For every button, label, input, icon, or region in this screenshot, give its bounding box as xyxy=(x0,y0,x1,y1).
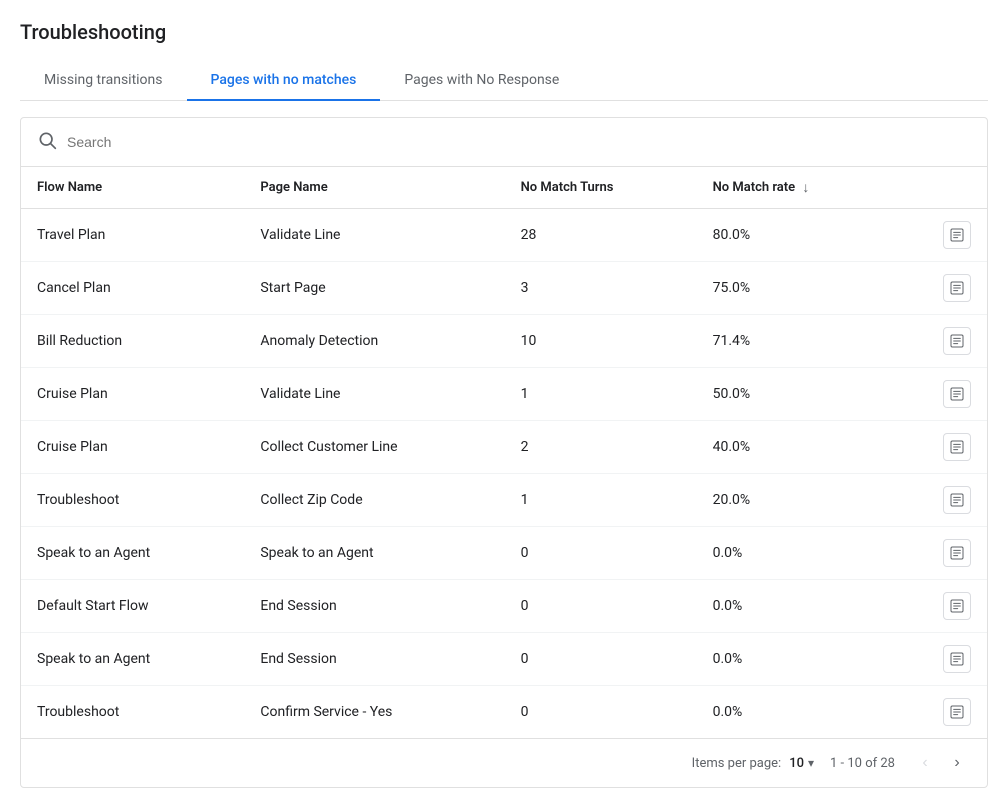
pagination-row: Items per page: 10 ▾ 1 - 10 of 28 ‹ › xyxy=(21,738,987,787)
cell-no-match-turns: 0 xyxy=(505,633,697,686)
content-box: Flow Name Page Name No Match Turns No Ma… xyxy=(20,117,988,788)
cell-no-match-turns: 10 xyxy=(505,315,697,368)
cell-flow-name: Troubleshoot xyxy=(21,686,244,739)
table-row: Speak to an AgentSpeak to an Agent00.0% xyxy=(21,527,987,580)
row-detail-button[interactable] xyxy=(943,274,971,302)
cell-action xyxy=(895,633,987,686)
tab-missing-transitions[interactable]: Missing transitions xyxy=(20,60,187,100)
cell-no-match-rate: 80.0% xyxy=(697,209,895,262)
cell-flow-name: Cancel Plan xyxy=(21,262,244,315)
col-flow-name: Flow Name xyxy=(21,167,244,209)
cell-action xyxy=(895,580,987,633)
items-per-page: Items per page: 10 ▾ xyxy=(692,756,814,771)
search-bar xyxy=(21,118,987,167)
cell-no-match-turns: 3 xyxy=(505,262,697,315)
row-detail-button[interactable] xyxy=(943,327,971,355)
cell-page-name: Collect Zip Code xyxy=(244,474,504,527)
cell-action xyxy=(895,209,987,262)
cell-no-match-rate: 71.4% xyxy=(697,315,895,368)
items-per-page-label: Items per page: xyxy=(692,756,782,771)
pagination-range: 1 - 10 of 28 xyxy=(830,756,895,771)
cell-flow-name: Speak to an Agent xyxy=(21,527,244,580)
cell-no-match-rate: 20.0% xyxy=(697,474,895,527)
row-detail-button[interactable] xyxy=(943,698,971,726)
row-detail-button[interactable] xyxy=(943,486,971,514)
table-row: Travel PlanValidate Line2880.0% xyxy=(21,209,987,262)
cell-action xyxy=(895,368,987,421)
cell-page-name: End Session xyxy=(244,580,504,633)
cell-no-match-rate: 0.0% xyxy=(697,633,895,686)
items-per-page-dropdown-icon: ▾ xyxy=(808,756,814,770)
cell-flow-name: Cruise Plan xyxy=(21,368,244,421)
col-no-match-turns: No Match Turns xyxy=(505,167,697,209)
table-row: Cancel PlanStart Page375.0% xyxy=(21,262,987,315)
page-title: Troubleshooting xyxy=(20,20,988,44)
cell-page-name: Speak to an Agent xyxy=(244,527,504,580)
row-detail-button[interactable] xyxy=(943,539,971,567)
tab-bar: Missing transitions Pages with no matche… xyxy=(20,60,988,101)
search-icon xyxy=(37,130,57,154)
cell-page-name: End Session xyxy=(244,633,504,686)
row-detail-button[interactable] xyxy=(943,433,971,461)
cell-flow-name: Bill Reduction xyxy=(21,315,244,368)
col-actions xyxy=(895,167,987,209)
cell-page-name: Confirm Service - Yes xyxy=(244,686,504,739)
tab-pages-no-response[interactable]: Pages with No Response xyxy=(380,60,583,100)
table-row: TroubleshootConfirm Service - Yes00.0% xyxy=(21,686,987,739)
cell-action xyxy=(895,421,987,474)
cell-no-match-turns: 1 xyxy=(505,474,697,527)
cell-no-match-rate: 40.0% xyxy=(697,421,895,474)
row-detail-button[interactable] xyxy=(943,645,971,673)
cell-page-name: Validate Line xyxy=(244,368,504,421)
cell-action xyxy=(895,686,987,739)
cell-flow-name: Travel Plan xyxy=(21,209,244,262)
cell-flow-name: Cruise Plan xyxy=(21,421,244,474)
cell-page-name: Collect Customer Line xyxy=(244,421,504,474)
row-detail-button[interactable] xyxy=(943,380,971,408)
cell-no-match-turns: 0 xyxy=(505,527,697,580)
cell-no-match-rate: 0.0% xyxy=(697,580,895,633)
table-row: TroubleshootCollect Zip Code120.0% xyxy=(21,474,987,527)
cell-flow-name: Default Start Flow xyxy=(21,580,244,633)
row-detail-button[interactable] xyxy=(943,592,971,620)
cell-no-match-turns: 2 xyxy=(505,421,697,474)
cell-flow-name: Speak to an Agent xyxy=(21,633,244,686)
next-page-button[interactable]: › xyxy=(943,749,971,777)
cell-page-name: Validate Line xyxy=(244,209,504,262)
cell-no-match-rate: 75.0% xyxy=(697,262,895,315)
cell-no-match-rate: 50.0% xyxy=(697,368,895,421)
pagination-nav: ‹ › xyxy=(911,749,971,777)
cell-action xyxy=(895,262,987,315)
cell-no-match-rate: 0.0% xyxy=(697,527,895,580)
col-no-match-rate[interactable]: No Match rate ↓ xyxy=(697,167,895,209)
items-per-page-value[interactable]: 10 ▾ xyxy=(789,756,814,771)
table-header-row: Flow Name Page Name No Match Turns No Ma… xyxy=(21,167,987,209)
row-detail-button[interactable] xyxy=(943,221,971,249)
cell-action xyxy=(895,527,987,580)
tab-pages-no-matches[interactable]: Pages with no matches xyxy=(187,60,381,100)
cell-flow-name: Troubleshoot xyxy=(21,474,244,527)
search-input[interactable] xyxy=(67,134,971,150)
col-page-name: Page Name xyxy=(244,167,504,209)
sort-descending-icon: ↓ xyxy=(802,179,809,196)
cell-action xyxy=(895,474,987,527)
cell-page-name: Anomaly Detection xyxy=(244,315,504,368)
data-table: Flow Name Page Name No Match Turns No Ma… xyxy=(21,167,987,738)
table-row: Default Start FlowEnd Session00.0% xyxy=(21,580,987,633)
table-row: Cruise PlanValidate Line150.0% xyxy=(21,368,987,421)
cell-no-match-rate: 0.0% xyxy=(697,686,895,739)
table-row: Cruise PlanCollect Customer Line240.0% xyxy=(21,421,987,474)
cell-no-match-turns: 0 xyxy=(505,686,697,739)
table-row: Bill ReductionAnomaly Detection1071.4% xyxy=(21,315,987,368)
cell-no-match-turns: 1 xyxy=(505,368,697,421)
cell-action xyxy=(895,315,987,368)
prev-page-button[interactable]: ‹ xyxy=(911,749,939,777)
table-row: Speak to an AgentEnd Session00.0% xyxy=(21,633,987,686)
cell-no-match-turns: 0 xyxy=(505,580,697,633)
cell-page-name: Start Page xyxy=(244,262,504,315)
cell-no-match-turns: 28 xyxy=(505,209,697,262)
